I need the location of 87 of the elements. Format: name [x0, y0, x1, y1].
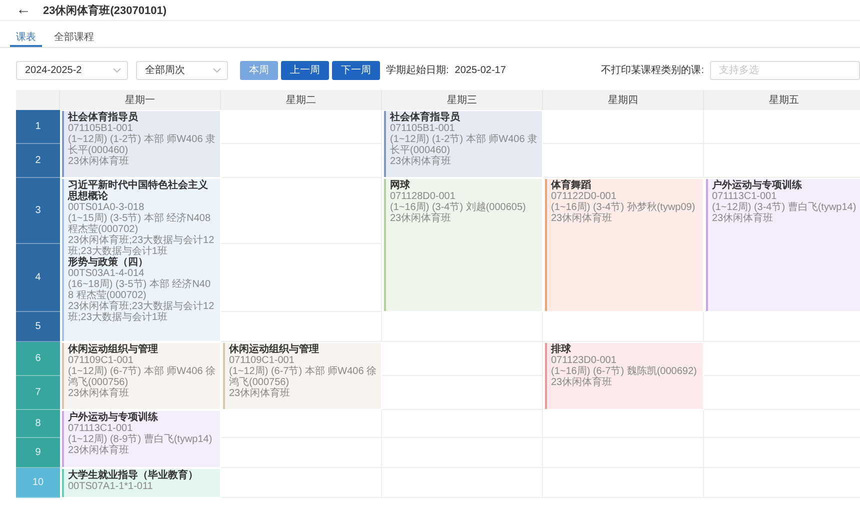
category-field[interactable]: 支持多选 [710, 60, 860, 80]
period-number: 5 [16, 312, 60, 342]
start-date: 2025-02-17 [454, 64, 506, 76]
day-header: 星期五 [704, 90, 860, 110]
period-number: 2 [16, 144, 60, 178]
week-button[interactable]: 下一周 [332, 60, 380, 80]
course-block[interactable]: 休闲运动组织与管理 071109C1-001 (1~12周) (6-7节) 本部 师W406 徐鸿飞(000756) 23休闲体育班 [62, 343, 220, 409]
course-block[interactable]: 户外运动与专项训练 071113C1-001 (1~12周) (3-4节) 曹白飞(tywp14) 23休闲体育班 [706, 179, 860, 311]
class-list: 23休闲体育班 [551, 377, 699, 388]
week-button[interactable]: 上一周 [281, 60, 329, 80]
course-schedule: (1~12周) (6-7节) 本部 师W406 徐鸿飞(000756) [68, 366, 216, 388]
course-title: 休闲运动组织与管理 [68, 344, 159, 355]
course-code: 00TS03A1-4-014 [68, 268, 146, 279]
period-number: 8 [16, 410, 60, 438]
course-code: 00TS07A1-1*1-011 [68, 481, 154, 492]
course-schedule: (16~18周) (3-5节) 本部 经济N408 程杰莹(000702) [68, 279, 212, 301]
course-schedule: (1~16周) (3-4节) 孙梦秋(tywp09) [551, 202, 696, 213]
day-header: 星期二 [221, 90, 382, 110]
course-schedule: (1~15周) (3-5节) 本部 经济N408 程杰莹(000702) [68, 213, 212, 235]
class-list: 23休闲体育班 [712, 213, 860, 224]
course-code: 071109C1-001 [229, 355, 294, 366]
course-block[interactable]: 网球 071128D0-001 (1~16周) (3-4节) 刘越(000605) 23休闲体育班 [384, 179, 542, 311]
course-title: 户外运动与专项训练 [68, 412, 159, 423]
period-number: 3 [16, 178, 60, 244]
exclude-label: 不打印某课程类别的课: [601, 64, 704, 77]
course-title: 大学生就业指导（毕业教育） [68, 470, 199, 481]
course-block[interactable]: 社会体育指导员 071105B1-001 (1~12周) (1-2节) 本部 师W406 隶长平(000460) 23休闲体育班 [384, 111, 542, 177]
class-list: 23休闲体育班 [68, 445, 216, 456]
course-code: 071123D0-001 [551, 355, 616, 366]
class-list: 23休闲体育班 [68, 156, 216, 167]
period-number: 7 [16, 376, 60, 410]
course-block[interactable]: 大学生就业指导（毕业教育） 00TS07A1-1*1-011 [62, 469, 220, 497]
back-arrow-icon[interactable]: ← [16, 0, 31, 20]
course-schedule: (1~12周) (8-9节) 曹白飞(tywp14) [68, 434, 214, 445]
day-header: 星期一 [60, 90, 221, 110]
course-title: 排球 [551, 344, 572, 355]
course-block[interactable]: 体育舞蹈 071122D0-001 (1~16周) (3-4节) 孙梦秋(tywp09) 23休闲体育班 [545, 179, 703, 311]
course-code: 071122D0-001 [551, 191, 616, 202]
course-block[interactable]: 户外运动与专项训练 071113C1-001 (1~12周) (8-9节) 曹白飞(tywp14) 23休闲体育班 [62, 411, 220, 467]
tab[interactable]: 课表 [10, 27, 42, 47]
course-title: 社会体育指导员 [68, 112, 139, 123]
class-list: 23休闲体育班;23大数据与会计12班;23大数据与会计1班 [68, 235, 216, 257]
course-title: 户外运动与专项训练 [712, 180, 803, 191]
week-select[interactable]: 全部周次 [136, 60, 228, 80]
class-list: 23休闲体育班;23大数据与会计12班;23大数据与会计1班 [68, 301, 216, 323]
course-title: 社会体育指导员 [390, 112, 461, 123]
header-corner [16, 90, 60, 110]
course-title: 网球 [390, 180, 411, 191]
course-schedule: (1~12周) (3-4节) 曹白飞(tywp14) [712, 202, 858, 213]
class-list: 23休闲体育班 [68, 388, 216, 399]
course-schedule: (1~16周) (3-4节) 刘越(000605) [390, 202, 527, 213]
course-code: 071128D0-001 [390, 191, 456, 202]
course-code: 071113C1-001 [68, 423, 133, 434]
term-select[interactable]: 2024-2025-2 [16, 60, 128, 80]
course-block[interactable]: 休闲运动组织与管理 071109C1-001 (1~12周) (6-7节) 本部 师W406 徐鸿飞(000756) 23休闲体育班 [223, 343, 381, 409]
course-code: 071105B1-001 [390, 123, 455, 134]
course-title: 体育舞蹈 [551, 180, 592, 191]
chevron-down-icon [113, 68, 121, 72]
course-title: 形势与政策（四） [68, 257, 149, 268]
course-code: 071105B1-001 [68, 123, 133, 134]
period-number: 1 [16, 110, 60, 144]
course-schedule: (1~12周) (1-2节) 本部 师W406 隶长平(000460) [390, 134, 538, 156]
period-number: 6 [16, 342, 60, 376]
course-code: 071109C1-001 [68, 355, 134, 366]
course-title: 习近平新时代中国特色社会主义思想概论 [68, 180, 209, 202]
period-number: 10 [16, 468, 60, 498]
start-date-label: 学期起始日期: [386, 64, 449, 77]
class-list: 23休闲体育班 [390, 213, 538, 224]
course-code: 00TS01A0-3-018 [68, 202, 144, 213]
class-list: 23休闲体育班 [229, 388, 377, 399]
course-code: 071113C1-001 [712, 191, 777, 202]
course-title: 休闲运动组织与管理 [229, 344, 320, 355]
period-number: 9 [16, 438, 60, 468]
course-schedule: (1~12周) (6-7节) 本部 师W406 徐鸿飞(000756) [229, 366, 377, 388]
tab[interactable]: 全部课程 [48, 27, 100, 47]
day-header: 星期四 [543, 90, 704, 110]
page-title: 23休闲体育班(23070101) [43, 3, 167, 18]
class-list: 23休闲体育班 [551, 213, 699, 224]
course-block[interactable]: 社会体育指导员 071105B1-001 (1~12周) (1-2节) 本部 师W406 隶长平(000460) 23休闲体育班 [62, 111, 220, 177]
course-schedule: (1~16周) (6-7节) 魏陈凯(000692) [551, 366, 698, 377]
course-block[interactable]: 排球 071123D0-001 (1~16周) (6-7节) 魏陈凯(000692) 23休闲体育班 [545, 343, 703, 409]
course-block[interactable]: 习近平新时代中国特色社会主义思想概论 00TS01A0-3-018 (1~15周) (3-5节) 本部 经济N408 程杰莹(000702) 23休闲体育班;23大数据与会计12班;23大数据与会计1班 形势与政策（四） 00TS03A1-4-014 (16~18周) (3-5节) 本部 经济N408 程杰莹(000702) 23休闲体育班;23大数据与会计12班;23大数据与会计1班 [62, 179, 220, 341]
period-number: 4 [16, 244, 60, 312]
course-schedule: (1~12周) (1-2节) 本部 师W406 隶长平(000460) [68, 134, 216, 156]
chevron-down-icon [213, 68, 221, 72]
class-list: 23休闲体育班 [390, 156, 538, 167]
day-header: 星期三 [382, 90, 543, 110]
